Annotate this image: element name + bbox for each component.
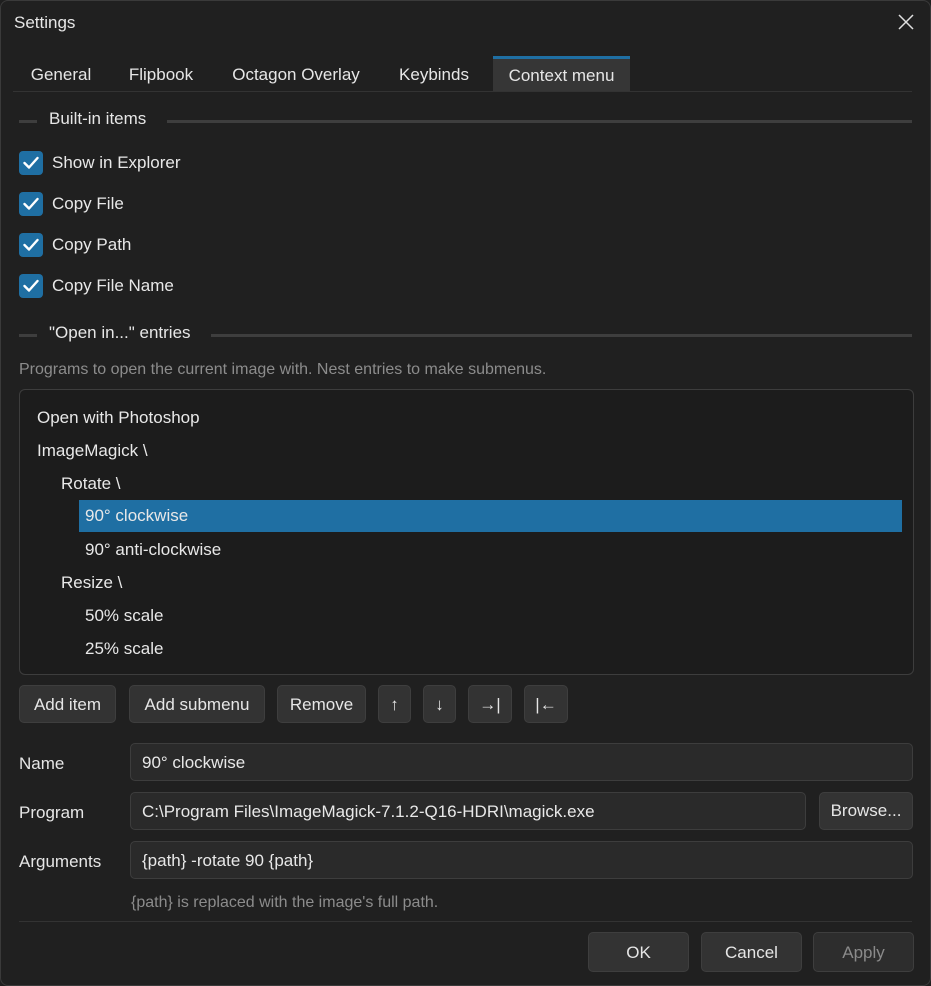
checkbox-label: Copy File Name xyxy=(52,276,174,295)
checkbox-box xyxy=(19,192,43,216)
checkmark-icon xyxy=(23,279,39,292)
tree-item[interactable]: 25% scale xyxy=(85,633,163,665)
tab-keybinds[interactable]: Keybinds xyxy=(387,56,481,91)
tree-item[interactable]: 90° anti-clockwise xyxy=(85,534,221,566)
add-item-button[interactable]: Add item xyxy=(19,685,116,723)
program-field[interactable]: C:\Program Files\ImageMagick-7.1.2-Q16-H… xyxy=(130,792,806,830)
settings-window: Settings General Flipbook Octagon Overla… xyxy=(0,0,931,986)
close-button[interactable] xyxy=(890,7,922,37)
outdent-button[interactable]: |← xyxy=(524,685,568,723)
checkbox-show-in-explorer[interactable]: Show in Explorer xyxy=(19,151,199,177)
section-dash xyxy=(19,120,37,123)
checkbox-copy-file-name[interactable]: Copy File Name xyxy=(19,274,189,300)
tree-item-selected[interactable]: 90° clockwise xyxy=(79,500,902,532)
checkbox-copy-path[interactable]: Copy Path xyxy=(19,233,149,259)
checkbox-label: Show in Explorer xyxy=(52,153,181,172)
tab-general[interactable]: General xyxy=(19,56,103,91)
title-bar: Settings xyxy=(1,1,930,45)
cancel-button[interactable]: Cancel xyxy=(701,932,802,972)
tab-flipbook[interactable]: Flipbook xyxy=(117,56,205,91)
remove-button[interactable]: Remove xyxy=(277,685,366,723)
arguments-hint: {path} is replaced with the image's full… xyxy=(131,894,439,911)
checkbox-box xyxy=(19,233,43,257)
open-in-section-header: "Open in..." entries xyxy=(19,323,912,347)
program-label: Program xyxy=(19,803,85,822)
indent-button[interactable]: →| xyxy=(468,685,512,723)
move-up-button[interactable]: ↑ xyxy=(378,685,411,723)
checkbox-box xyxy=(19,151,43,175)
entries-tree[interactable]: Open with Photoshop ImageMagick \ Rotate… xyxy=(19,389,914,675)
footer-divider xyxy=(19,921,912,922)
tab-strip: General Flipbook Octagon Overlay Keybind… xyxy=(13,56,912,91)
tree-item[interactable]: ImageMagick \ xyxy=(37,435,148,467)
section-rule xyxy=(167,120,912,123)
tree-item[interactable]: Rotate \ xyxy=(61,468,121,500)
arguments-label: Arguments xyxy=(19,852,102,871)
checkbox-box xyxy=(19,274,43,298)
checkmark-icon xyxy=(23,238,39,251)
section-rule xyxy=(211,334,912,337)
tab-context-menu[interactable]: Context menu xyxy=(493,56,630,91)
apply-button[interactable]: Apply xyxy=(813,932,914,972)
add-submenu-button[interactable]: Add submenu xyxy=(129,685,265,723)
builtin-heading: Built-in items xyxy=(49,109,147,128)
open-in-description: Programs to open the current image with.… xyxy=(19,361,547,378)
checkbox-label: Copy File xyxy=(52,194,124,213)
builtin-section-header: Built-in items xyxy=(19,109,912,133)
open-in-heading: "Open in..." entries xyxy=(49,323,191,342)
checkbox-copy-file[interactable]: Copy File xyxy=(19,192,139,218)
arguments-field[interactable]: {path} -rotate 90 {path} xyxy=(130,841,913,879)
checkbox-label: Copy Path xyxy=(52,235,132,254)
close-icon xyxy=(898,14,914,30)
window-title: Settings xyxy=(14,13,76,32)
section-dash xyxy=(19,334,37,337)
checkmark-icon xyxy=(23,197,39,210)
tree-item[interactable]: Open with Photoshop xyxy=(37,402,200,434)
name-label: Name xyxy=(19,754,65,773)
tab-octagon-overlay[interactable]: Octagon Overlay xyxy=(219,56,373,91)
tree-item[interactable]: Resize \ xyxy=(61,567,122,599)
tab-divider xyxy=(13,91,912,92)
browse-button[interactable]: Browse... xyxy=(819,792,913,830)
tree-item[interactable]: 50% scale xyxy=(85,600,163,632)
checkmark-icon xyxy=(23,156,39,169)
name-field[interactable]: 90° clockwise xyxy=(130,743,913,781)
ok-button[interactable]: OK xyxy=(588,932,689,972)
move-down-button[interactable]: ↓ xyxy=(423,685,456,723)
